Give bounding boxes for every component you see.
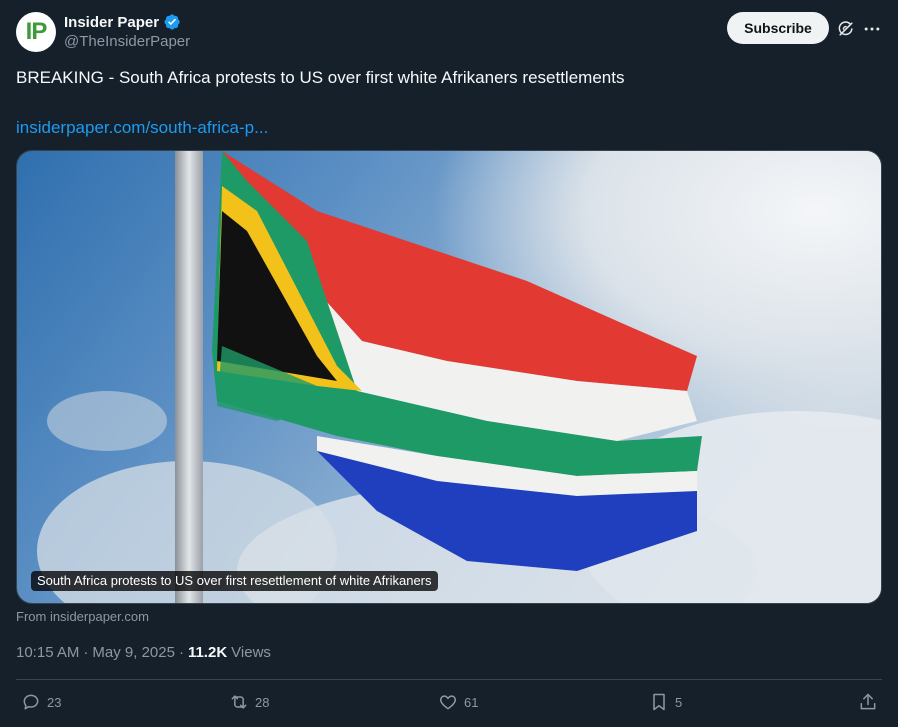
- avatar[interactable]: IP: [16, 12, 56, 52]
- author-handle[interactable]: @TheInsiderPaper: [64, 33, 190, 50]
- media-source[interactable]: From insiderpaper.com: [16, 609, 149, 624]
- tweet-link[interactable]: insiderpaper.com/south-africa-p...: [16, 117, 268, 139]
- tweet-meta: 10:15 AM · May 9, 2025 · 11.2K Views: [16, 644, 271, 661]
- flag-image: [17, 151, 881, 603]
- bookmark-count: 5: [675, 694, 683, 710]
- reply-icon: [23, 694, 39, 710]
- grok-icon[interactable]: [836, 19, 856, 39]
- reply-count: 23: [47, 694, 62, 710]
- divider: [16, 679, 882, 680]
- meta-separator: ·: [178, 644, 184, 661]
- bookmark-button[interactable]: 5: [649, 692, 682, 712]
- heart-icon: [439, 695, 457, 710]
- verified-badge-icon: [164, 14, 180, 30]
- media-card[interactable]: South Africa protests to US over first r…: [16, 150, 882, 604]
- author-display-name[interactable]: Insider Paper: [64, 14, 159, 31]
- avatar-logo: IP: [25, 18, 48, 45]
- meta-separator: ·: [83, 644, 89, 661]
- tweet: IP Insider Paper @TheInsiderPaper Subscr…: [0, 0, 898, 727]
- reply-button[interactable]: 23: [21, 692, 61, 712]
- share-button[interactable]: [858, 692, 878, 712]
- tweet-time[interactable]: 10:15 AM: [16, 644, 79, 661]
- views-count: 11.2K: [187, 644, 228, 661]
- retweet-button[interactable]: 28: [229, 692, 269, 712]
- author-name-row: Insider Paper: [64, 13, 181, 31]
- share-icon: [860, 693, 876, 710]
- more-icon[interactable]: [862, 19, 882, 39]
- like-count: 61: [464, 694, 479, 710]
- tweet-text: BREAKING - South Africa protests to US o…: [16, 68, 625, 87]
- media-caption: South Africa protests to US over first r…: [31, 571, 438, 591]
- bookmark-icon: [653, 693, 665, 711]
- tweet-date[interactable]: May 9, 2025: [92, 644, 175, 661]
- retweet-icon: [231, 695, 247, 709]
- like-button[interactable]: 61: [438, 692, 478, 712]
- views-label: Views: [231, 644, 271, 661]
- subscribe-button[interactable]: Subscribe: [727, 12, 829, 44]
- retweet-count: 28: [255, 694, 270, 710]
